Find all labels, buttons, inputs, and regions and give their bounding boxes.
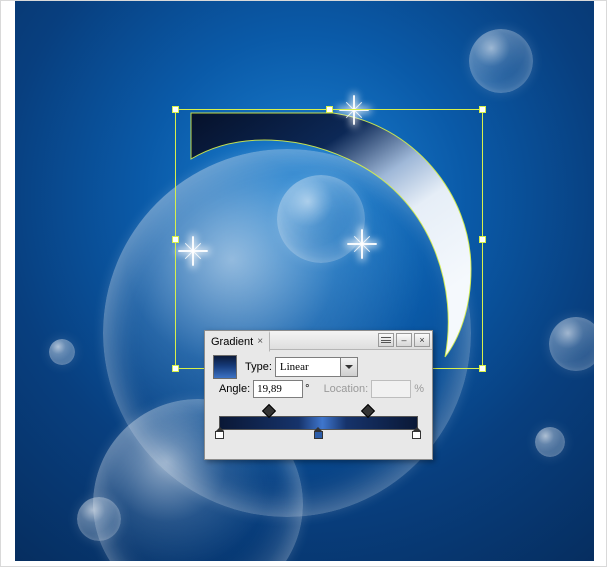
bubble (469, 29, 533, 93)
transform-handle[interactable] (479, 236, 486, 243)
chevron-down-icon[interactable] (340, 358, 357, 376)
type-label: Type: (245, 361, 272, 373)
transform-handle[interactable] (479, 365, 486, 372)
type-input[interactable] (276, 359, 340, 375)
gradient-stop[interactable] (412, 427, 421, 438)
percent-symbol: % (414, 383, 424, 395)
angle-input[interactable] (253, 380, 303, 398)
gradient-panel[interactable]: Gradient × – × Type: (204, 330, 433, 460)
tab-label: Gradient (211, 336, 253, 348)
angle-label: Angle: (219, 383, 250, 395)
gradient-stop[interactable] (314, 427, 323, 438)
close-panel-button[interactable]: × (414, 333, 430, 347)
bubble (535, 427, 565, 457)
transform-handle[interactable] (172, 106, 179, 113)
panel-titlebar[interactable]: Gradient × – × (205, 331, 432, 350)
location-label: Location: (324, 383, 369, 395)
gradient-swatch[interactable] (213, 355, 237, 379)
bubble (49, 339, 75, 365)
bubble (549, 317, 594, 371)
selected-artwork[interactable] (183, 109, 473, 359)
app-frame: Gradient × – × Type: (0, 0, 607, 567)
panel-body: Type: Angle: ° Location: % (205, 350, 432, 446)
gradient-stop[interactable] (215, 427, 224, 438)
gradient-slider[interactable] (213, 410, 424, 438)
location-input (371, 380, 411, 398)
close-icon: × (419, 336, 424, 345)
close-tab-icon[interactable]: × (257, 336, 263, 347)
type-combobox[interactable] (275, 357, 358, 377)
minimize-button[interactable]: – (396, 333, 412, 347)
menu-icon (379, 334, 393, 346)
minimize-icon: – (401, 336, 406, 345)
artboard[interactable]: Gradient × – × Type: (15, 1, 594, 561)
transform-handle[interactable] (479, 106, 486, 113)
bubble (77, 497, 121, 541)
tab-gradient[interactable]: Gradient × (205, 331, 270, 352)
degree-symbol: ° (305, 383, 309, 395)
panel-menu-button[interactable] (378, 333, 394, 347)
